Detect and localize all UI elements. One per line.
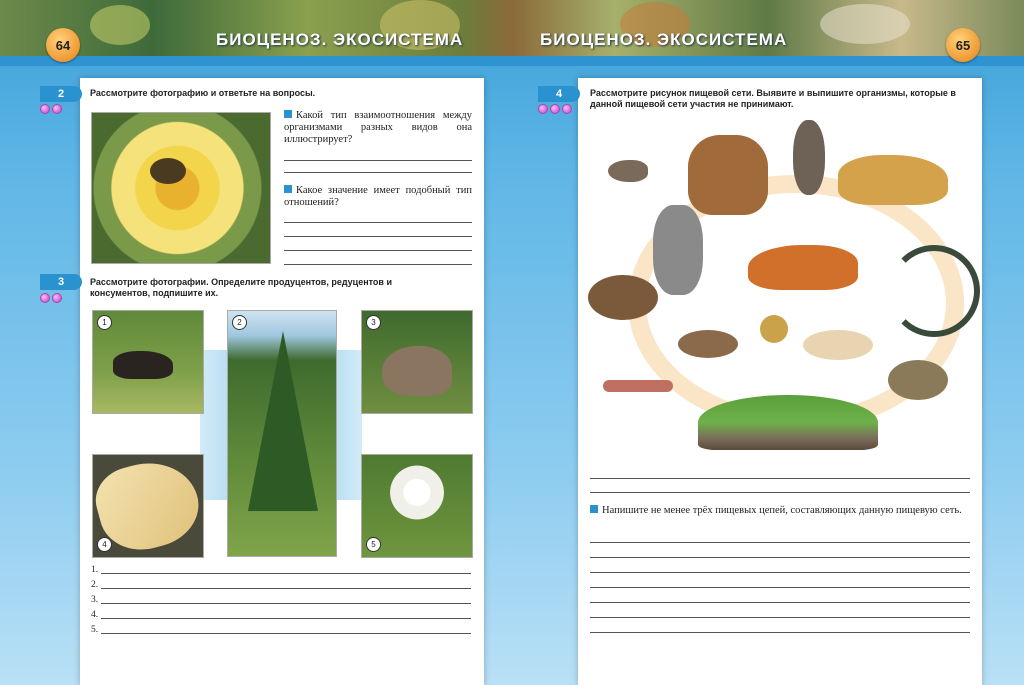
answer-line-1[interactable] <box>101 573 471 574</box>
lemur-shape <box>653 205 703 295</box>
tree-shape <box>248 331 318 511</box>
answer-line[interactable] <box>590 572 970 573</box>
hamster-shape <box>803 330 873 360</box>
banner-decoration <box>820 4 910 44</box>
frog-shape <box>888 360 948 400</box>
task-4-badge: 4 <box>538 86 580 102</box>
question-2-text: Какое значение имеет подобный тип отноше… <box>284 185 472 208</box>
photo-number-3: 3 <box>366 315 381 330</box>
yarrow-flower-photo: 5 <box>361 454 473 558</box>
white-flowers-shape <box>382 465 452 520</box>
mushroom-photo: 4 <box>92 454 204 558</box>
answer-line[interactable] <box>284 250 472 251</box>
photo-number-1: 1 <box>97 315 112 330</box>
task-2-badge: 2 <box>40 86 82 102</box>
antelope-photo: 1 <box>92 310 204 414</box>
snake-shape <box>888 245 980 337</box>
answer-line[interactable] <box>590 478 970 479</box>
task-2-question-2: Какое значение имеет подобный тип отноше… <box>284 185 472 209</box>
grass-soil-shape <box>698 395 878 450</box>
answer-label-3: 3. <box>91 595 99 605</box>
answer-line[interactable] <box>590 542 970 543</box>
bird-shape <box>608 160 648 182</box>
answer-line[interactable] <box>284 160 472 161</box>
answer-line[interactable] <box>590 632 970 633</box>
difficulty-dots-icon <box>40 293 62 303</box>
square-bullet-icon <box>284 110 292 118</box>
vole-shape <box>678 330 738 358</box>
answer-line-3[interactable] <box>101 603 471 604</box>
hare-shape <box>382 346 452 396</box>
owl-shape <box>793 120 825 195</box>
task-4-instruction: Рассмотрите рисунок пищевой сети. Выявит… <box>590 88 956 109</box>
answer-line[interactable] <box>590 602 970 603</box>
answer-line-5[interactable] <box>101 633 471 634</box>
question-1-text: Какой тип взаимоотношения между организм… <box>284 110 472 145</box>
banner-decoration <box>90 5 150 45</box>
fox-shape <box>748 245 858 290</box>
difficulty-dots-icon <box>538 104 572 114</box>
difficulty-dots-icon <box>40 104 62 114</box>
task-3-badge: 3 <box>40 274 82 290</box>
antelope-shape <box>113 351 173 379</box>
photo-number-5: 5 <box>366 537 381 552</box>
answer-line[interactable] <box>590 587 970 588</box>
pine-tree-photo: 2 <box>227 310 337 557</box>
hare-photo: 3 <box>361 310 473 414</box>
answer-label-1: 1. <box>91 565 99 575</box>
flower-bee-photo <box>91 112 271 264</box>
square-bullet-icon <box>284 185 292 193</box>
answer-line[interactable] <box>284 172 472 173</box>
answer-line-2[interactable] <box>101 588 471 589</box>
photo-number-4: 4 <box>97 537 112 552</box>
question-text: Напишите не менее трёх пищевых цепей, со… <box>602 505 962 516</box>
bee-shape <box>150 158 186 184</box>
beetle-shape <box>760 315 788 343</box>
left-page-number: 64 <box>46 28 80 62</box>
left-page-title: БИОЦЕНОЗ. ЭКОСИСТЕМА <box>216 30 464 49</box>
answer-line[interactable] <box>590 492 970 493</box>
right-page-number: 65 <box>946 28 980 62</box>
task-2-question-1: Какой тип взаимоотношения между организм… <box>284 110 472 146</box>
header-banner: 64 БИОЦЕНОЗ. ЭКОСИСТЕМА БИОЦЕНОЗ. ЭКОСИС… <box>0 0 1024 66</box>
photo-number-2: 2 <box>232 315 247 330</box>
answer-line[interactable] <box>284 222 472 223</box>
cheetah-shape <box>838 155 948 205</box>
platypus-shape <box>588 275 658 320</box>
answer-label-4: 4. <box>91 610 99 620</box>
task-4-question: Напишите не менее трёх пищевых цепей, со… <box>590 505 970 517</box>
right-page-title: БИОЦЕНОЗ. ЭКОСИСТЕМА <box>540 30 788 49</box>
answer-line[interactable] <box>284 264 472 265</box>
deer-shape <box>688 135 768 215</box>
task-2-instruction: Рассмотрите фотографию и ответьте на воп… <box>90 88 316 98</box>
answer-line[interactable] <box>284 236 472 237</box>
task-3-instruction: Рассмотрите фотографии. Определите проду… <box>90 277 392 298</box>
answer-line[interactable] <box>590 557 970 558</box>
answer-line-4[interactable] <box>101 618 471 619</box>
banner-stripe <box>0 56 1024 66</box>
answer-label-5: 5. <box>91 625 99 635</box>
square-bullet-icon <box>590 505 598 513</box>
food-web-illustration <box>588 115 980 460</box>
answer-line[interactable] <box>590 617 970 618</box>
answer-label-2: 2. <box>91 580 99 590</box>
worm-shape <box>603 380 673 392</box>
